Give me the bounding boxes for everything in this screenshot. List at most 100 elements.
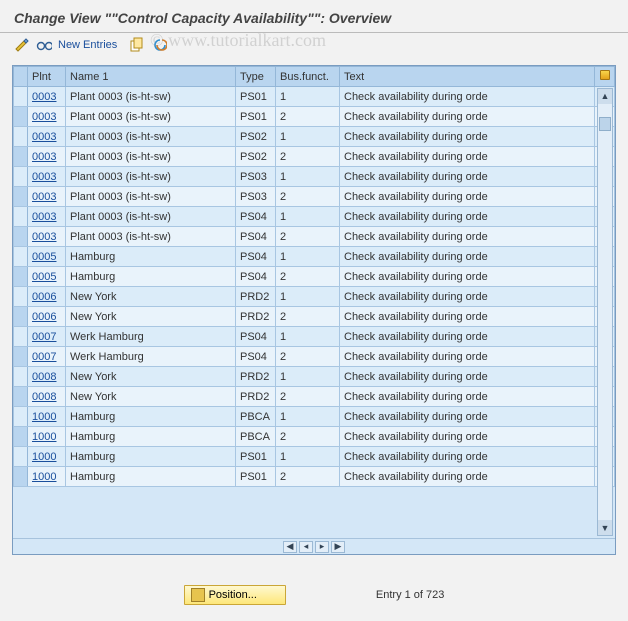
cell-bus[interactable]: 2 [276, 187, 340, 207]
cell-text[interactable]: Check availability during orde [340, 227, 595, 247]
cell-name[interactable]: Hamburg [66, 447, 236, 467]
cell-plnt[interactable]: 0003 [28, 187, 66, 207]
cell-text[interactable]: Check availability during orde [340, 387, 595, 407]
cell-plnt[interactable]: 0006 [28, 287, 66, 307]
table-row[interactable]: 0006New YorkPRD22Check availability duri… [14, 307, 615, 327]
scroll-first-icon[interactable]: ◀ [283, 541, 297, 553]
cell-name[interactable]: Plant 0003 (is-ht-sw) [66, 227, 236, 247]
cell-type[interactable]: PS04 [236, 347, 276, 367]
cell-type[interactable]: PS02 [236, 127, 276, 147]
cell-name[interactable]: Plant 0003 (is-ht-sw) [66, 167, 236, 187]
cell-plnt[interactable]: 0003 [28, 127, 66, 147]
cell-text[interactable]: Check availability during orde [340, 407, 595, 427]
cell-type[interactable]: PS01 [236, 107, 276, 127]
table-row[interactable]: 1000HamburgPBCA2Check availability durin… [14, 427, 615, 447]
cell-type[interactable]: PS03 [236, 167, 276, 187]
cell-plnt[interactable]: 1000 [28, 407, 66, 427]
cell-type[interactable]: PS01 [236, 467, 276, 487]
undo-icon[interactable] [151, 37, 167, 53]
cell-text[interactable]: Check availability during orde [340, 347, 595, 367]
row-selector[interactable] [14, 287, 28, 307]
cell-type[interactable]: PS04 [236, 207, 276, 227]
table-row[interactable]: 0005HamburgPS041Check availability durin… [14, 247, 615, 267]
row-selector[interactable] [14, 387, 28, 407]
scroll-up-icon[interactable]: ▲ [598, 89, 612, 103]
table-row[interactable]: 0003Plant 0003 (is-ht-sw)PS041Check avai… [14, 207, 615, 227]
cell-text[interactable]: Check availability during orde [340, 327, 595, 347]
row-selector[interactable] [14, 247, 28, 267]
row-selector[interactable] [14, 227, 28, 247]
cell-text[interactable]: Check availability during orde [340, 107, 595, 127]
cell-bus[interactable]: 1 [276, 207, 340, 227]
cell-name[interactable]: Plant 0003 (is-ht-sw) [66, 207, 236, 227]
col-plnt[interactable]: Plnt [28, 67, 66, 87]
row-selector[interactable] [14, 367, 28, 387]
row-selector[interactable] [14, 167, 28, 187]
cell-bus[interactable]: 1 [276, 167, 340, 187]
row-selector[interactable] [14, 467, 28, 487]
cell-name[interactable]: Hamburg [66, 247, 236, 267]
cell-name[interactable]: Werk Hamburg [66, 347, 236, 367]
row-selector[interactable] [14, 427, 28, 447]
row-selector[interactable] [14, 267, 28, 287]
cell-type[interactable]: PRD2 [236, 307, 276, 327]
cell-plnt[interactable]: 0003 [28, 107, 66, 127]
cell-text[interactable]: Check availability during orde [340, 127, 595, 147]
cell-text[interactable]: Check availability during orde [340, 307, 595, 327]
cell-text[interactable]: Check availability during orde [340, 367, 595, 387]
scroll-thumb[interactable] [599, 117, 611, 131]
cell-plnt[interactable]: 0003 [28, 167, 66, 187]
cell-bus[interactable]: 1 [276, 287, 340, 307]
cell-bus[interactable]: 1 [276, 327, 340, 347]
cell-type[interactable]: PS01 [236, 87, 276, 107]
cell-plnt[interactable]: 1000 [28, 427, 66, 447]
cell-name[interactable]: Hamburg [66, 407, 236, 427]
cell-plnt[interactable]: 0008 [28, 387, 66, 407]
position-button[interactable]: Position... [184, 585, 286, 605]
table-row[interactable]: 1000HamburgPS011Check availability durin… [14, 447, 615, 467]
cell-plnt[interactable]: 0003 [28, 207, 66, 227]
cell-name[interactable]: Plant 0003 (is-ht-sw) [66, 127, 236, 147]
table-row[interactable]: 0008New YorkPRD22Check availability duri… [14, 387, 615, 407]
table-row[interactable]: 0003Plant 0003 (is-ht-sw)PS022Check avai… [14, 147, 615, 167]
col-select-all[interactable] [14, 67, 28, 87]
scroll-right-icon[interactable]: ▸ [315, 541, 329, 553]
cell-type[interactable]: PRD2 [236, 387, 276, 407]
row-selector[interactable] [14, 187, 28, 207]
cell-bus[interactable]: 2 [276, 147, 340, 167]
table-row[interactable]: 0006New YorkPRD21Check availability duri… [14, 287, 615, 307]
table-row[interactable]: 0007Werk HamburgPS041Check availability … [14, 327, 615, 347]
cell-type[interactable]: PS02 [236, 147, 276, 167]
col-type[interactable]: Type [236, 67, 276, 87]
cell-bus[interactable]: 1 [276, 367, 340, 387]
cell-bus[interactable]: 1 [276, 87, 340, 107]
table-row[interactable]: 0003Plant 0003 (is-ht-sw)PS032Check avai… [14, 187, 615, 207]
cell-plnt[interactable]: 1000 [28, 447, 66, 467]
cell-plnt[interactable]: 0008 [28, 367, 66, 387]
cell-bus[interactable]: 2 [276, 107, 340, 127]
row-selector[interactable] [14, 207, 28, 227]
table-row[interactable]: 0003Plant 0003 (is-ht-sw)PS012Check avai… [14, 107, 615, 127]
cell-plnt[interactable]: 0003 [28, 147, 66, 167]
scroll-left-icon[interactable]: ◂ [299, 541, 313, 553]
cell-text[interactable]: Check availability during orde [340, 167, 595, 187]
row-selector[interactable] [14, 407, 28, 427]
edit-icon[interactable] [14, 37, 30, 53]
cell-type[interactable]: PRD2 [236, 367, 276, 387]
col-config-icon[interactable] [595, 67, 615, 87]
cell-type[interactable]: PS01 [236, 447, 276, 467]
cell-plnt[interactable]: 1000 [28, 467, 66, 487]
cell-name[interactable]: Plant 0003 (is-ht-sw) [66, 147, 236, 167]
row-selector[interactable] [14, 347, 28, 367]
table-row[interactable]: 1000HamburgPS012Check availability durin… [14, 467, 615, 487]
cell-name[interactable]: Hamburg [66, 467, 236, 487]
cell-bus[interactable]: 2 [276, 467, 340, 487]
horizontal-scrollbar[interactable]: ◀ ◂ ▸ ▶ [13, 538, 615, 554]
table-row[interactable]: 0003Plant 0003 (is-ht-sw)PS021Check avai… [14, 127, 615, 147]
cell-type[interactable]: PS03 [236, 187, 276, 207]
glasses-icon[interactable] [36, 37, 52, 53]
cell-text[interactable]: Check availability during orde [340, 87, 595, 107]
row-selector[interactable] [14, 307, 28, 327]
cell-text[interactable]: Check availability during orde [340, 467, 595, 487]
cell-name[interactable]: New York [66, 387, 236, 407]
